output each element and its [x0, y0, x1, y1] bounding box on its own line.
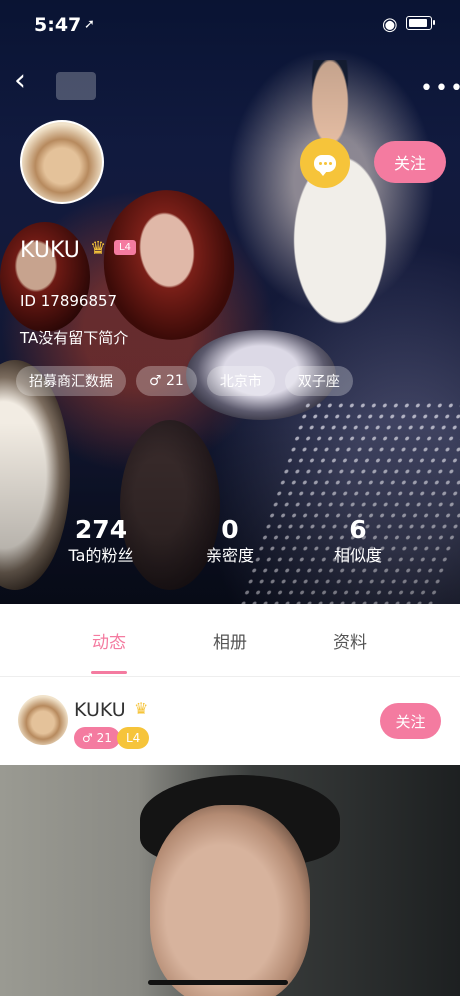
location-arrow-icon: ➚ [84, 17, 95, 32]
chevron-left-icon: ‹ [14, 63, 26, 98]
post-follow-button[interactable]: 关注 [380, 703, 441, 739]
home-indicator[interactable] [148, 980, 288, 985]
gender-age-badge: ♂ 21 [74, 727, 120, 749]
profile-intro: TA没有留下简介 [20, 329, 129, 347]
stat-label: Ta的粉丝 [68, 546, 134, 565]
stat-intimacy[interactable]: 0 亲密度 [170, 516, 290, 568]
tab-moments[interactable]: 动态 [69, 628, 149, 653]
post-author-avatar[interactable] [18, 695, 68, 745]
profile-avatar[interactable] [20, 120, 104, 204]
stat-value: 0 [221, 515, 239, 544]
level-badge: L4 [117, 727, 150, 749]
post-image[interactable] [0, 765, 460, 996]
tag-pill: ♂ 21 [136, 366, 197, 396]
media-thumbnail[interactable] [56, 72, 96, 100]
chat-button[interactable] [300, 138, 350, 188]
status-time: 5:47 [34, 14, 82, 36]
stat-fans[interactable]: 274 Ta的粉丝 [41, 516, 161, 568]
profile-header-photo: 5:47 ➚ ◉ ‹ ••• 关注 KUKU ♛ L4 ID 17896857 … [0, 0, 460, 604]
stat-label: 亲密度 [205, 546, 254, 565]
stat-label: 相似度 [333, 546, 382, 565]
tab-profile-info[interactable]: 资料 [310, 628, 390, 653]
battery-icon [406, 16, 435, 30]
post-header: KUKU ♛ ♂ 21 L4 关注 [0, 677, 460, 765]
stat-similarity[interactable]: 6 相似度 [298, 516, 418, 568]
status-bar: 5:47 ➚ ◉ [0, 0, 460, 48]
tag-pill: 双子座 [284, 366, 353, 396]
crown-icon: ♛ [134, 699, 149, 718]
level-badge: L4 [114, 240, 136, 255]
back-button[interactable]: ‹ [14, 66, 42, 96]
tag-pill: 招募商汇数据 [16, 366, 126, 396]
tab-album[interactable]: 相册 [190, 628, 270, 653]
stat-value: 274 [74, 515, 128, 544]
profile-tags: 招募商汇数据 ♂ 21 北京市 双子座 [16, 366, 353, 396]
post-author-name[interactable]: KUKU [74, 699, 126, 721]
more-button[interactable]: ••• [420, 76, 460, 101]
active-tab-indicator [91, 671, 127, 674]
crown-icon: ♛ [90, 238, 107, 259]
profile-tabs: 动态 相册 资料 [0, 604, 460, 677]
follow-button[interactable]: 关注 [374, 141, 446, 183]
chat-bubble-icon [314, 154, 336, 176]
stat-value: 6 [349, 515, 367, 544]
tag-pill: 北京市 [206, 366, 275, 396]
portrait-face [150, 805, 310, 996]
profile-name: KUKU [20, 238, 80, 263]
wifi-icon: ◉ [382, 14, 398, 35]
more-dots-icon: ••• [420, 76, 460, 101]
profile-id: ID 17896857 [20, 292, 118, 310]
